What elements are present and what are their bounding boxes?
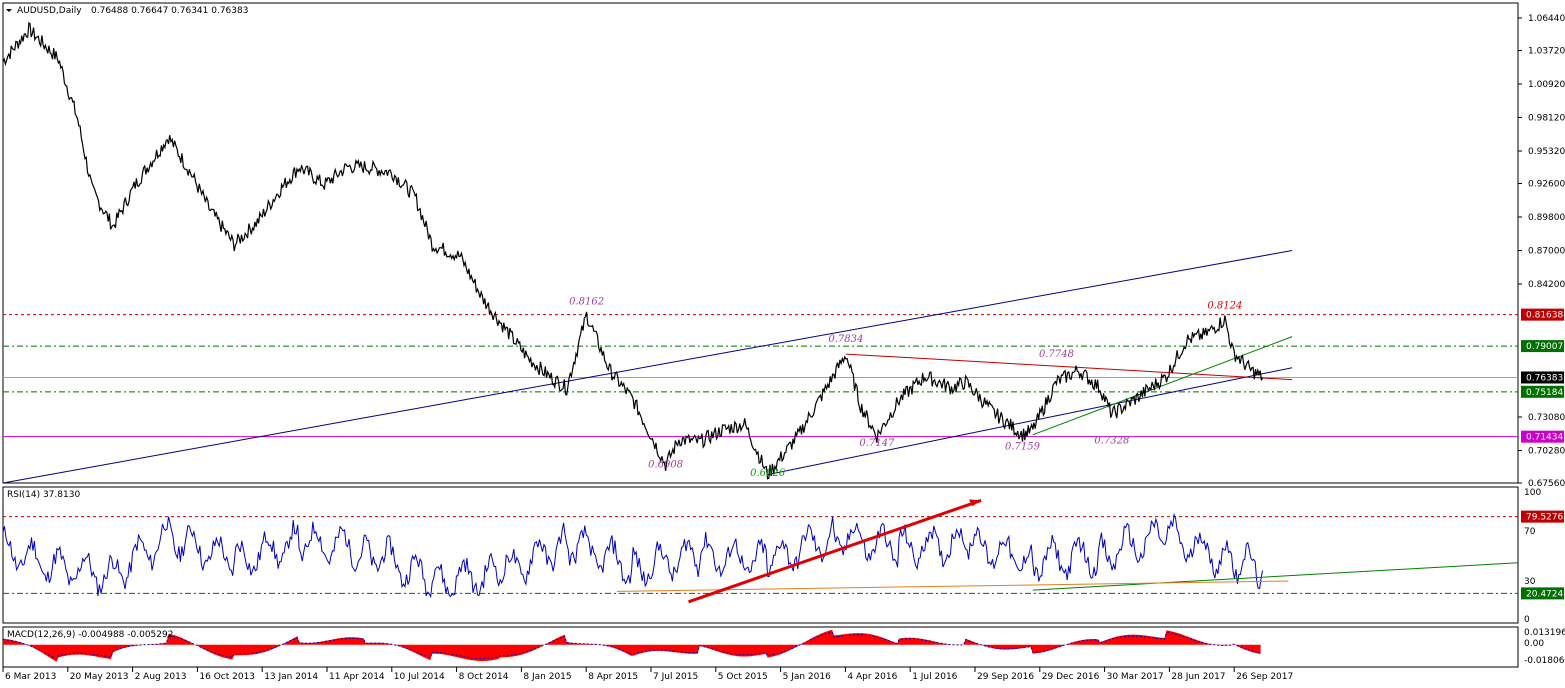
time-label-14: 1 Jul 2016 <box>912 672 957 682</box>
price-annotation-2: 0.7748 <box>1039 349 1074 360</box>
price-badge-4: 0.71434 <box>1526 433 1563 443</box>
time-label-15: 29 Sep 2016 <box>977 672 1034 682</box>
rsi-tick-30: 30 <box>1524 577 1536 587</box>
price-annotation-3: 0.8124 <box>1207 301 1242 312</box>
time-label-12: 5 Jan 2016 <box>783 672 831 682</box>
rsi-tick-100: 100 <box>1524 488 1541 498</box>
price-badge-0: 0.81638 <box>1526 311 1563 321</box>
trading-chart[interactable]: 0.8162 0.7834 0.7748 0.8124 0.6908 0.6826 0.71… <box>0 0 1565 688</box>
time-label-4: 13 Jan 2014 <box>264 672 318 682</box>
time-label-2: 2 Aug 2013 <box>135 672 187 682</box>
time-label-7: 8 Oct 2014 <box>459 672 509 682</box>
time-label-17: 30 Mar 2017 <box>1107 672 1164 682</box>
rsi-badge-0: 79.5276 <box>1526 513 1563 523</box>
macd-label: MACD(12,26,9) -0.004988 -0.005292 <box>7 630 173 640</box>
price-annotation-1: 0.7834 <box>828 334 863 345</box>
price-tick-label-8: 0.84200 <box>1528 280 1565 290</box>
price-tick-label-6: 0.89800 <box>1528 213 1565 223</box>
time-label-1: 20 May 2013 <box>70 672 129 682</box>
price-annotation-7: 0.7159 <box>1005 442 1041 453</box>
rsi-badge-1: 20.4724 <box>1526 589 1563 599</box>
price-badge-3: 0.75184 <box>1526 388 1563 398</box>
price-tick-label-15: 0.70280 <box>1528 446 1565 456</box>
macd-tick-zero: 0.00 <box>1524 639 1544 649</box>
price-annotation-0: 0.8162 <box>569 296 604 307</box>
price-annotation-8: 0.7328 <box>1094 436 1129 447</box>
time-label-13: 4 Apr 2016 <box>847 672 897 682</box>
rsi-tick-0: 0 <box>1524 615 1530 625</box>
symbol-label: AUDUSD,Daily <box>17 6 82 16</box>
time-label-0: 6 Mar 2013 <box>5 672 56 682</box>
price-tick-label-5: 0.92600 <box>1528 180 1565 190</box>
price-pane[interactable] <box>2 2 1519 484</box>
time-label-9: 8 Apr 2015 <box>588 672 638 682</box>
rsi-tick-70: 70 <box>1524 527 1536 537</box>
price-tick-label-0: 1.06440 <box>1528 14 1565 24</box>
price-tick-label-1: 1.03720 <box>1528 47 1565 57</box>
price-tick-label-7: 0.87000 <box>1528 247 1565 257</box>
time-label-8: 8 Jan 2015 <box>523 672 571 682</box>
price-annotation-5: 0.6826 <box>750 468 786 479</box>
macd-tick-min: -0.018062 <box>1524 656 1565 666</box>
time-label-18: 28 Jun 2017 <box>1171 672 1225 682</box>
price-annotation-6: 0.7147 <box>859 438 895 449</box>
time-label-11: 5 Oct 2015 <box>718 672 768 682</box>
price-badge-2: 0.76383 <box>1526 373 1563 383</box>
time-label-16: 29 Dec 2016 <box>1042 672 1100 682</box>
time-label-6: 10 Jul 2014 <box>394 672 445 682</box>
ohlc-values: 0.76488 0.76647 0.76341 0.76383 <box>91 6 248 16</box>
rsi-label: RSI(14) 37.8130 <box>7 490 80 500</box>
macd-tick-max: 0.013196 <box>1524 628 1565 638</box>
price-tick-label-3: 0.98120 <box>1528 114 1565 124</box>
time-label-3: 16 Oct 2013 <box>199 672 255 682</box>
time-label-5: 11 Apr 2014 <box>329 672 385 682</box>
time-label-19: 26 Sep 2017 <box>1236 672 1293 682</box>
time-label-10: 7 Jul 2015 <box>653 672 698 682</box>
price-tick-label-2: 1.00920 <box>1528 80 1565 90</box>
price-annotation-4: 0.6908 <box>648 460 683 471</box>
price-badge-1: 0.79007 <box>1526 342 1563 352</box>
price-tick-label-4: 0.95320 <box>1528 147 1565 157</box>
rsi-pane[interactable] <box>2 486 1519 624</box>
price-tick-label-13: 0.73080 <box>1528 413 1565 423</box>
